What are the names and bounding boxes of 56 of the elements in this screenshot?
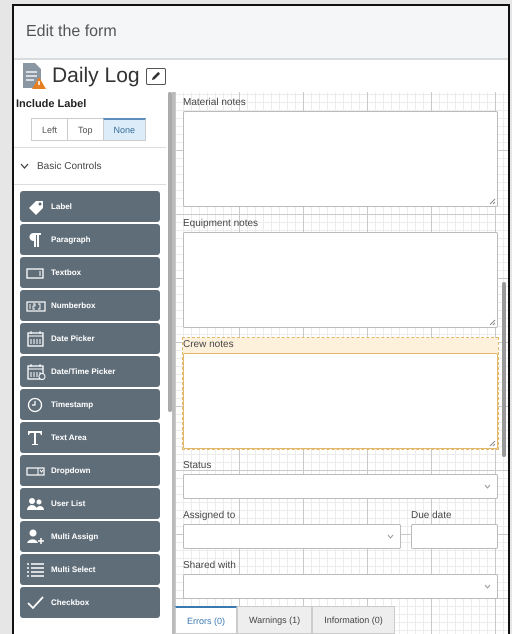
scrollbar[interactable] [502,282,506,457]
tab[interactable]: Warnings (1) [237,606,312,634]
pencil-icon [150,70,162,82]
text-area[interactable] [183,232,498,328]
dropdown-field[interactable] [183,474,498,499]
control-button[interactable]: Numberbox [20,290,160,321]
scrollbar[interactable] [168,92,172,412]
field-label: Due date [411,509,453,522]
control-button[interactable]: Text Area [20,422,160,453]
add-user-icon [26,528,46,544]
input-field[interactable] [411,524,498,549]
control-button[interactable]: User List [20,488,160,519]
field-label: Status [183,459,212,472]
field-label: Material notes [183,96,247,109]
section-header[interactable]: Basic Controls [14,147,166,185]
resize-handle-icon[interactable] [489,198,496,205]
calendar-clock-icon [26,364,46,380]
calendar-icon [26,330,46,346]
section-heading: Include Label [16,98,88,110]
caret-icon [387,534,394,539]
field-label: Equipment notes [183,217,260,230]
control-button[interactable]: Label [20,191,160,222]
control-button[interactable]: Date Picker [20,323,160,354]
resize-handle-icon[interactable] [489,319,496,326]
document-warning-icon [22,62,46,90]
selected-field[interactable]: Crew notes [183,338,498,449]
control-button[interactable]: Textbox [20,257,160,288]
section-title: Basic Controls [37,160,102,172]
control-button[interactable]: Date/Time Picker [20,356,160,387]
text-area[interactable] [183,111,498,207]
control-button[interactable]: Multi Assign [20,521,160,552]
resize-handle-icon[interactable] [489,440,496,447]
chevron-icon [20,163,29,169]
field-label: Assigned to [183,509,236,522]
control-button[interactable]: Multi Select [20,554,160,585]
edit-title-button[interactable] [146,68,166,84]
dropdown-field[interactable] [183,524,401,549]
users-icon [26,496,46,512]
page-title: Edit the form [26,23,117,41]
form-title: Daily Log [52,64,140,88]
list-icon [26,562,46,578]
control-button[interactable]: Dropdown [20,455,160,486]
field-label: Shared with [183,559,237,572]
control-button[interactable]: Paragraph [20,224,160,255]
label-position-toggle[interactable]: Left [31,118,68,141]
label-position-toggle[interactable]: Top [67,118,104,141]
tab[interactable]: Errors (0) [175,606,237,634]
control-button[interactable]: Timestamp [20,389,160,420]
dropdown-field[interactable] [183,574,498,599]
label-position-toggle[interactable]: None [102,118,146,141]
caret-icon [484,584,491,589]
tab[interactable]: Information (0) [312,606,395,634]
control-button[interactable]: Checkbox [20,587,160,618]
checkmark-icon [26,594,46,610]
caret-icon [484,484,491,489]
field-label: Crew notes [183,338,235,351]
